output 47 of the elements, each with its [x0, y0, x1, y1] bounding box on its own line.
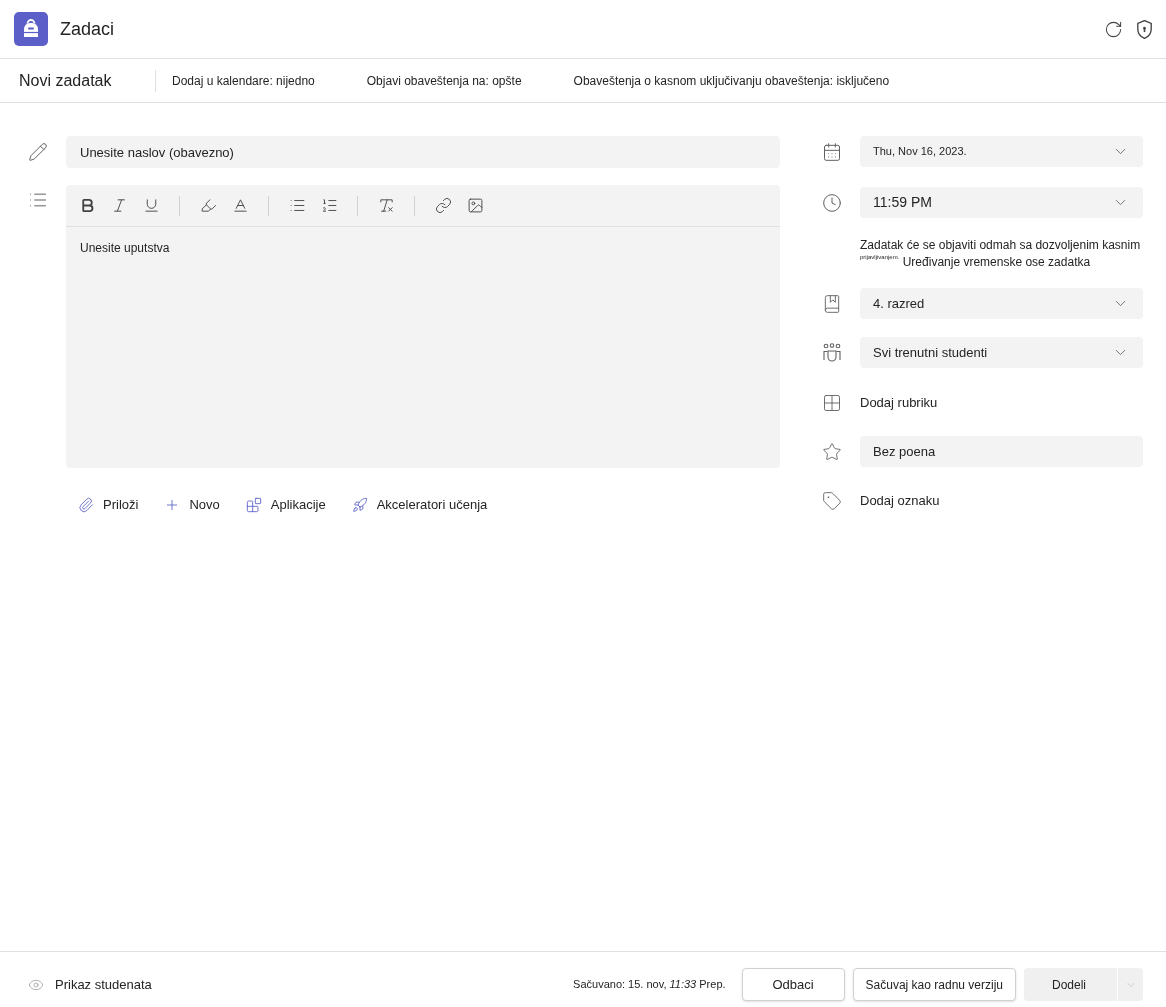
numbered-list-icon — [320, 197, 338, 214]
bulleted-list-icon — [288, 197, 306, 214]
tag-icon — [822, 490, 842, 511]
add-rubric-button[interactable]: Dodaj rubriku — [860, 392, 938, 413]
points-input[interactable]: Bez poena — [860, 436, 1143, 467]
attach-button[interactable]: Priloži — [78, 495, 139, 515]
edit-timeline-link[interactable]: Uređivanje vremenske ose zadatka — [902, 255, 1091, 269]
add-tag-button[interactable]: Dodaj oznaku — [860, 490, 940, 511]
grid-icon — [822, 392, 842, 413]
backpack-logo-icon — [14, 12, 48, 46]
due-time-dropdown[interactable]: 11:59 PM — [860, 187, 1143, 218]
assign-button[interactable]: Dodeli — [1024, 968, 1118, 1001]
paperclip-icon — [78, 496, 94, 513]
setting-button[interactable]: Obaveštenja o kasnom uključivanju obaveštenja: isključeno — [573, 71, 890, 90]
learning-accelerators-button[interactable]: Akceleratori učenja — [351, 495, 488, 515]
clock-icon — [822, 192, 842, 213]
students-dropdown[interactable]: Svi trenutni studenti — [860, 337, 1143, 368]
app-title: Zadaci — [60, 17, 115, 41]
save-draft-button[interactable]: Sačuvaj kao radnu verziju — [852, 968, 1016, 1001]
refresh-icon — [1104, 19, 1123, 39]
font-color-icon — [231, 197, 249, 214]
link-icon — [434, 197, 452, 214]
calendar-icon — [822, 141, 842, 162]
pencil-icon — [28, 142, 48, 162]
underline-icon — [142, 197, 160, 214]
due-date-dropdown[interactable]: Thu, Nov 16, 2023. — [860, 136, 1143, 167]
clear-formatting-icon — [377, 197, 395, 214]
class-dropdown[interactable]: 4. razred — [860, 288, 1143, 319]
bookmarked-book-icon — [822, 293, 842, 314]
saved-status: Sačuvano: 15. nov, 11:33 Prep. — [573, 977, 726, 993]
image-icon — [466, 197, 484, 214]
setting-button[interactable]: Dodaj u kalendare: nijedno — [172, 71, 315, 90]
blocks-icon — [245, 496, 262, 513]
apps-button[interactable]: Aplikacije — [245, 495, 326, 515]
student-view-button[interactable]: Prikaz studenata — [28, 974, 152, 995]
schedule-note: Zadatak će se objaviti odmah sa dozvoljenim kasnim $^{prijavljivanjem.}$ Uređivanje vremenske ose zadatka — [860, 237, 1142, 271]
shield-icon — [1137, 19, 1152, 39]
new-button[interactable]: Novo — [164, 495, 220, 515]
people-group-icon — [822, 342, 842, 363]
rocket-icon — [351, 496, 368, 513]
star-icon — [822, 441, 842, 462]
discard-button[interactable]: Odbaci — [741, 968, 845, 1001]
highlighter-icon — [199, 197, 217, 214]
instructions-input[interactable]: Unesite uputstva — [66, 227, 780, 468]
setting-button[interactable]: Objavi obaveštenja na: opšte — [366, 71, 522, 90]
title-input[interactable]: Unesite naslov (obavezno) — [66, 136, 780, 168]
page-title: Novi zadatak — [19, 70, 113, 91]
